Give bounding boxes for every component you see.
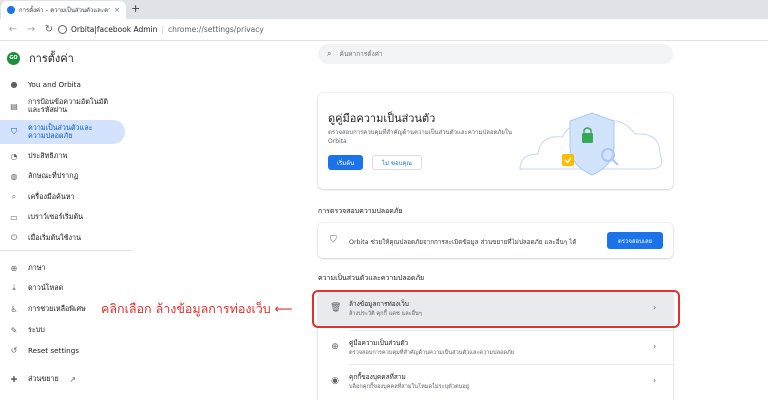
add-circle-icon: ⊕ [331,342,339,352]
sidebar-item-label: เบราว์เซอร์เริ่มต้น [28,211,84,221]
palette-icon: ◍ [10,171,18,181]
safety-check-text: Orbita ช่วยให้คุณปลอดภัยจากการละเมิดข้อม… [349,239,577,246]
safety-check-card: ⛉ Orbita ช่วยให้คุณปลอดภัยจากการละเมิดข้… [318,223,673,258]
sidebar-item-privacy[interactable]: ⛉ ความเป็นส่วนตัวและความปลอดภัย [0,120,125,144]
dismiss-guide-button[interactable]: ไม่ ขอบคุณ [372,155,422,170]
reload-button[interactable]: ↻ [44,24,54,35]
privacy-section-heading: ความเป็นส่วนตัวและความปลอดภัย [318,274,425,282]
sidebar-item-label: ประสิทธิภาพ [28,150,68,160]
tab-title: การตั้งค่า – ความเป็นส่วนตัวและความ [19,7,111,14]
external-link-icon: ↗ [69,374,77,384]
sidebar-item-label: เครื่องมือค้นหา [28,191,75,201]
site-info-icon[interactable] [58,25,67,34]
browser-toolbar: ← → ↻ Orbita|facebook Admin | chrome://s… [0,19,768,41]
settings-sidebar: GO การตั้งค่า ● You and Orbita ▤ การป้อน… [0,41,132,400]
forward-button[interactable]: → [26,24,36,35]
instruction-annotation: คลิกเลือก ล้างข้อมูลการท่องเว็บ ⟵ [101,301,293,316]
sidebar-item-appearance[interactable]: ◍ ลักษณะที่ปรากฏ [0,166,125,186]
settings-search[interactable]: ⌕ [318,44,673,64]
row-subtitle: บล็อกคุกกี้ของบุคคลที่สามในโหมดไม่ระบุตั… [349,384,470,390]
globe-icon: ⊕ [10,263,18,273]
sidebar-item-you-and-orbita[interactable]: ● You and Orbita [0,74,125,94]
sidebar-item-reset-settings[interactable]: ↺ Reset settings [0,340,125,360]
row-subtitle: ตรวจสอบการควบคุมที่สำคัญด้านความเป็นส่วน… [349,350,514,356]
sidebar-item-label: You and Orbita [28,79,81,89]
tab-strip: การตั้งค่า – ความเป็นส่วนตัวและความ × + [0,0,768,19]
sidebar-item-label: การช่วยเหลือพิเศษ [28,303,86,313]
chevron-right-icon: › [653,376,657,385]
sidebar-divider [0,250,132,251]
sidebar-item-search-engine[interactable]: ⌕ เครื่องมือค้นหา [0,187,125,207]
sidebar-item-downloads[interactable]: ⤓ ดาวน์โหลด [0,278,125,298]
sidebar-item-system[interactable]: ✎ ระบบ [0,320,125,340]
address-bar[interactable]: Orbita|facebook Admin | chrome://setting… [58,21,758,38]
new-tab-button[interactable]: + [131,2,140,15]
reset-icon: ↺ [10,345,18,355]
sidebar-item-autofill[interactable]: ▤ การป้อนข้อความอัตโนมัติและรหัสผ่าน [0,94,125,118]
start-guide-button[interactable]: เริ่มต้น [328,155,364,170]
puzzle-icon: ✚ [10,374,18,384]
sidebar-item-label: ความเป็นส่วนตัวและความปลอดภัย [28,123,93,140]
sidebar-item-performance[interactable]: ◔ ประสิทธิภาพ [0,146,125,166]
check-now-button[interactable]: ตรวจสอบเลย [607,232,663,249]
privacy-guide-card: ดูคู่มือความเป็นส่วนตัว ตรวจสอบการควบคุม… [318,93,673,189]
back-button[interactable]: ← [8,24,18,35]
privacy-guide-row[interactable]: ⊕ คู่มือความเป็นส่วนตัว ตรวจสอบการควบคุม… [318,331,673,364]
search-icon: ⌕ [327,49,332,58]
chevron-right-icon: › [653,342,657,351]
search-icon: ⌕ [11,192,17,201]
url-text[interactable]: chrome://settings/privacy [168,25,264,34]
privacy-guide-illustration [519,112,663,176]
url-separator: | [161,25,164,34]
person-icon: ● [10,79,18,89]
row-title: คู่มือความเป็นส่วนตัว [349,339,409,347]
gauge-icon: ◔ [10,151,18,161]
clipboard-icon: ▤ [10,101,18,111]
sidebar-item-on-startup[interactable]: ⏻ เมื่อเริ่มต้นใช้งาน [0,228,125,248]
sidebar-item-label: ดาวน์โหลด [28,282,64,292]
search-input[interactable] [339,50,640,58]
sidebar-item-label: ลักษณะที่ปรากฏ [28,170,79,180]
safety-check-heading: การตรวจสอบความปลอดภัย [318,207,403,215]
site-label: Orbita|facebook Admin [71,25,158,34]
privacy-guide-description: ตรวจสอบการควบคุมที่สำคัญด้านความเป็นส่วน… [328,129,512,145]
page-title: การตั้งค่า [29,52,74,65]
sidebar-item-default-browser[interactable]: ▭ เบราว์เซอร์เริ่มต้น [0,207,125,227]
sidebar-item-label: การป้อนข้อความอัตโนมัติและรหัสผ่าน [28,97,109,114]
app-logo: GO [7,51,20,65]
download-icon: ⤓ [12,283,16,292]
row-title: คุกกี้ของบุคคลที่สาม [349,373,406,381]
browser-tab[interactable]: การตั้งค่า – ความเป็นส่วนตัวและความ × [1,1,126,19]
sidebar-item-label: ภาษา [28,262,46,272]
power-icon: ⏻ [10,233,18,242]
browser-icon: ▭ [10,212,18,222]
sidebar-item-label: Reset settings [28,345,80,355]
cookie-icon: ◉ [331,376,339,386]
sidebar-item-languages[interactable]: ⊕ ภาษา [0,258,125,278]
sidebar-item-label: ส่วนขยาย [28,373,59,383]
sidebar-item-label: เมื่อเริ่มต้นใช้งาน [28,232,81,242]
highlight-box [312,290,680,328]
sidebar-item-extensions[interactable]: ✚ ส่วนขยาย ↗ [0,369,125,389]
wrench-icon: ✎ [10,325,18,335]
settings-gear-icon [7,6,15,14]
sidebar-item-label: ระบบ [28,324,45,334]
shield-check-icon: ⛉ [330,235,337,245]
third-party-cookies-row[interactable]: ◉ คุกกี้ของบุคคลที่สาม บล็อกคุกกี้ของบุค… [318,365,673,398]
accessibility-icon: ♿ [10,304,18,314]
privacy-guide-title: ดูคู่มือความเป็นส่วนตัว [328,112,436,125]
settings-header: GO การตั้งค่า [7,49,74,67]
shield-icon: ⛉ [11,127,17,136]
close-tab-icon[interactable]: × [114,6,120,14]
